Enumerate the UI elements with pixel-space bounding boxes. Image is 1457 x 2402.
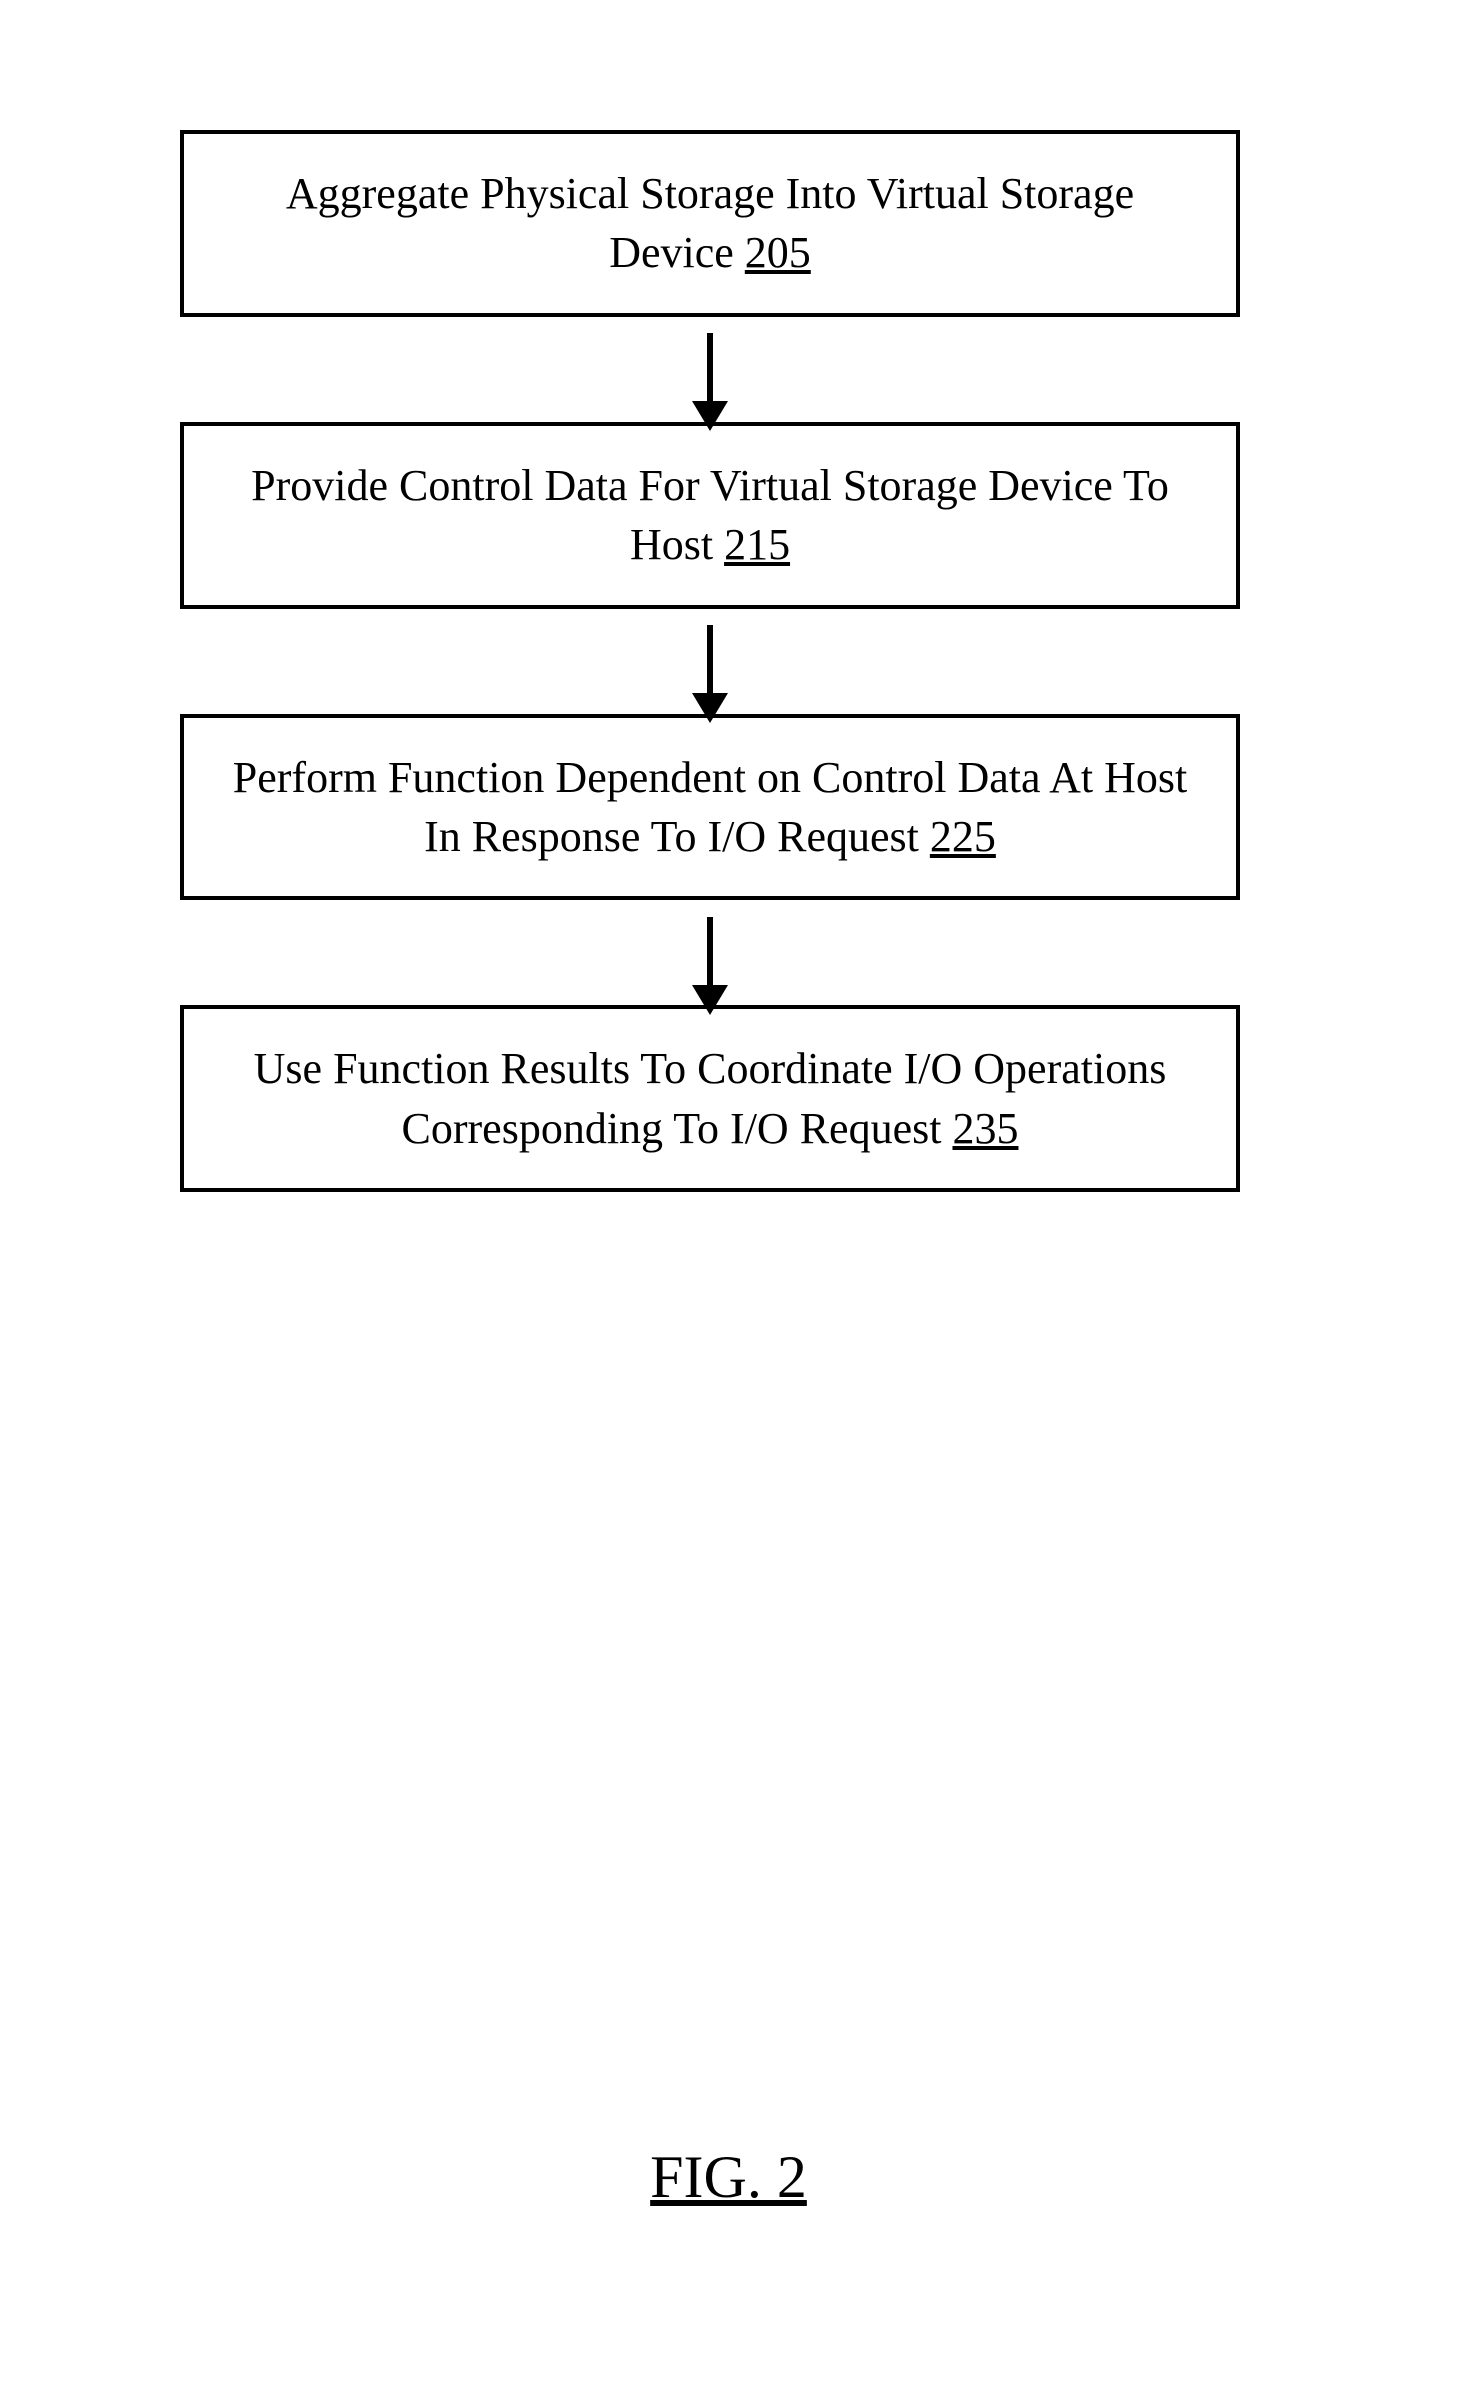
step-text: Perform Function Dependent on Control Da… [233,753,1187,861]
flowchart-container: Aggregate Physical Storage Into Virtual … [180,130,1240,1192]
step-ref: 215 [724,520,790,569]
step-ref: 235 [952,1104,1018,1153]
step-ref: 205 [745,228,811,277]
flow-step-box: Aggregate Physical Storage Into Virtual … [180,130,1240,317]
arrow-container [180,609,1240,714]
flow-step-box: Provide Control Data For Virtual Storage… [180,422,1240,609]
flow-step-box: Use Function Results To Coordinate I/O O… [180,1005,1240,1192]
arrow-down-icon [707,333,713,405]
arrow-down-icon [707,625,713,697]
step-ref: 225 [930,812,996,861]
step-text: Use Function Results To Coordinate I/O O… [254,1044,1167,1152]
figure-label: FIG. 2 [650,2143,807,2212]
step-text: Aggregate Physical Storage Into Virtual … [286,169,1134,277]
arrow-container [180,317,1240,422]
arrow-down-icon [707,917,713,989]
arrow-container [180,900,1240,1005]
step-text: Provide Control Data For Virtual Storage… [251,461,1169,569]
flow-step-box: Perform Function Dependent on Control Da… [180,714,1240,901]
